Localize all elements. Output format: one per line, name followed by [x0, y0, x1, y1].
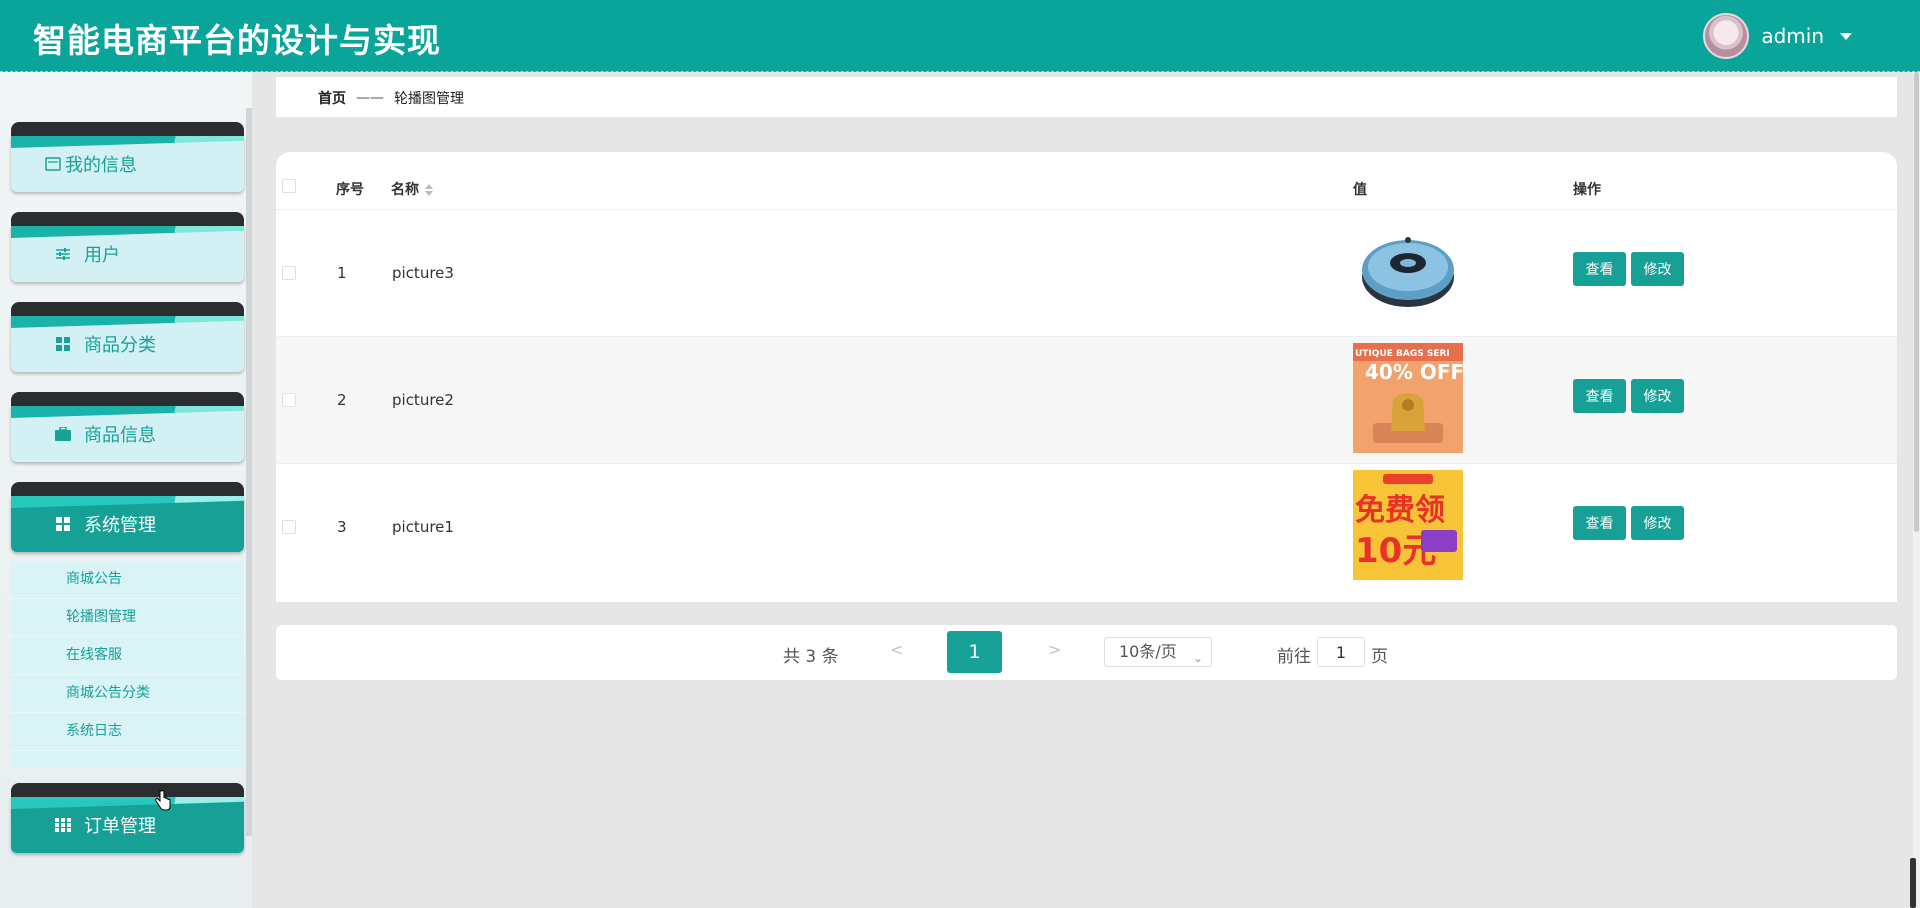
goto-suffix: 页	[1371, 647, 1388, 667]
sidebar-item-product-info[interactable]: 商品信息	[11, 392, 244, 462]
user-menu[interactable]: admin	[1703, 12, 1852, 60]
menu-cap	[11, 392, 244, 406]
breadcrumb-home[interactable]: 首页	[318, 88, 346, 108]
select-all-checkbox[interactable]	[282, 179, 296, 193]
row-index: 3	[337, 518, 347, 536]
table-icon	[54, 816, 72, 834]
pagination: 共 3 条 < 1 > 10条/页 ⌄ 前往 页	[276, 625, 1897, 680]
menu-cap	[11, 482, 244, 496]
sort-icon[interactable]	[425, 184, 433, 196]
menu-button[interactable]: 订单管理	[11, 797, 244, 853]
row-index: 1	[337, 264, 347, 282]
menu-button[interactable]: 商品信息	[11, 406, 244, 462]
sidebar-item-system-management[interactable]: 系统管理	[11, 482, 244, 552]
sidebar-item-product-category[interactable]: 商品分类	[11, 302, 244, 372]
pagination-total: 共 3 条	[783, 647, 839, 667]
username[interactable]: admin	[1761, 24, 1824, 48]
sidebar-item-label: 我的信息	[65, 155, 137, 176]
user-avatar[interactable]	[1703, 13, 1750, 59]
view-button[interactable]: 查看	[1573, 379, 1626, 413]
briefcase-icon	[54, 425, 72, 443]
edit-button[interactable]: 修改	[1631, 379, 1684, 413]
submenu-system-management: 商城公告 轮播图管理 在线客服 商城公告分类 系统日志	[11, 561, 244, 768]
menu-cap	[11, 122, 244, 136]
column-header-actions: 操作	[1573, 182, 1601, 198]
carousel-table: 序号 名称 值 操作 1 picture3 查看 修改 2 picture2 U…	[276, 152, 1897, 602]
grid-icon	[54, 515, 72, 533]
pagination-next[interactable]: >	[1048, 640, 1061, 659]
promo-main-text: 免费领	[1355, 493, 1445, 528]
breadcrumb-bar: 首页 —— 轮播图管理	[276, 77, 1897, 117]
app-title: 智能电商平台的设计与实现	[33, 21, 441, 60]
column-header-name-label: 名称	[391, 182, 419, 198]
pagination-prev[interactable]: <	[890, 640, 903, 659]
menu-cap	[11, 302, 244, 316]
sidebar-item-order-management[interactable]: 订单管理	[11, 783, 244, 853]
top-header: 智能电商平台的设计与实现 admin	[0, 0, 1920, 72]
page-size-select[interactable]: 10条/页 ⌄	[1104, 637, 1212, 667]
row-index: 2	[337, 391, 347, 409]
menu-button[interactable]: 用户	[11, 226, 244, 282]
submenu-item-carousel[interactable]: 轮播图管理	[11, 599, 244, 637]
row-checkbox[interactable]	[282, 520, 296, 534]
row-checkbox[interactable]	[282, 266, 296, 280]
menu-cap	[11, 783, 244, 797]
scroll-corner	[1910, 858, 1916, 908]
sidebar-item-label: 订单管理	[84, 816, 156, 837]
submenu-item-mall-notice[interactable]: 商城公告	[11, 561, 244, 599]
submenu-item-system-log[interactable]: 系统日志	[11, 713, 244, 751]
submenu-item-online-service[interactable]: 在线客服	[11, 637, 244, 675]
promo-banner-image[interactable]: 免费领 10元	[1353, 470, 1463, 580]
sidebar-item-users[interactable]: 用户	[11, 212, 244, 282]
column-header-index: 序号	[336, 182, 364, 198]
edit-button[interactable]: 修改	[1631, 506, 1684, 540]
view-button[interactable]: 查看	[1573, 252, 1626, 286]
table-row: 1 picture3 查看 修改	[276, 209, 1897, 337]
row-name: picture2	[392, 391, 454, 409]
id-card-icon	[44, 155, 62, 173]
robot-vacuum-image[interactable]	[1353, 217, 1463, 327]
page-scrollbar-thumb[interactable]	[1914, 72, 1919, 532]
page-size-value: 10条/页	[1119, 642, 1177, 661]
banner-sale-text: 40% OFF	[1365, 360, 1463, 384]
sidebar-item-label: 系统管理	[84, 515, 156, 536]
column-header-value: 值	[1353, 182, 1367, 198]
menu-button[interactable]: 系统管理	[11, 496, 244, 552]
goto-label: 前往	[1277, 647, 1311, 667]
breadcrumb-current: 轮播图管理	[394, 91, 464, 107]
pagination-page-1[interactable]: 1	[947, 631, 1002, 673]
edit-button[interactable]: 修改	[1631, 252, 1684, 286]
breadcrumb: 首页 —— 轮播图管理	[318, 88, 464, 108]
hand-cursor-icon	[155, 790, 171, 811]
row-name: picture3	[392, 264, 454, 282]
chevron-down-icon[interactable]	[1840, 32, 1852, 40]
goto-page-input[interactable]	[1317, 637, 1365, 667]
view-button[interactable]: 查看	[1573, 506, 1626, 540]
table-row: 3 picture1 免费领 10元 查看 修改	[276, 463, 1897, 591]
menu-button[interactable]: 商品分类	[11, 316, 244, 372]
menu-cap	[11, 212, 244, 226]
sidebar-scrollbar[interactable]	[246, 108, 252, 836]
chevron-down-icon: ⌄	[1192, 651, 1203, 665]
sidebar-item-label: 商品信息	[84, 425, 156, 446]
banner-series-text: UTIQUE BAGS SERI	[1355, 349, 1450, 359]
menu-button[interactable]: 我的信息	[11, 136, 244, 192]
table-row: 2 picture2 UTIQUE BAGS SERI 40% OFF 查看 修…	[276, 336, 1897, 464]
breadcrumb-separator: ——	[356, 90, 384, 106]
row-checkbox[interactable]	[282, 393, 296, 407]
grid-icon	[54, 335, 72, 353]
bag-sale-banner-image[interactable]: UTIQUE BAGS SERI 40% OFF	[1353, 343, 1463, 453]
sliders-icon	[54, 245, 72, 263]
submenu-item-notice-category[interactable]: 商城公告分类	[11, 675, 244, 713]
row-name: picture1	[392, 518, 454, 536]
sidebar-item-my-info[interactable]: 我的信息	[11, 122, 244, 192]
sidebar-item-label: 用户	[84, 245, 120, 266]
column-header-name[interactable]: 名称	[391, 179, 433, 199]
sidebar-item-label: 商品分类	[84, 335, 156, 356]
